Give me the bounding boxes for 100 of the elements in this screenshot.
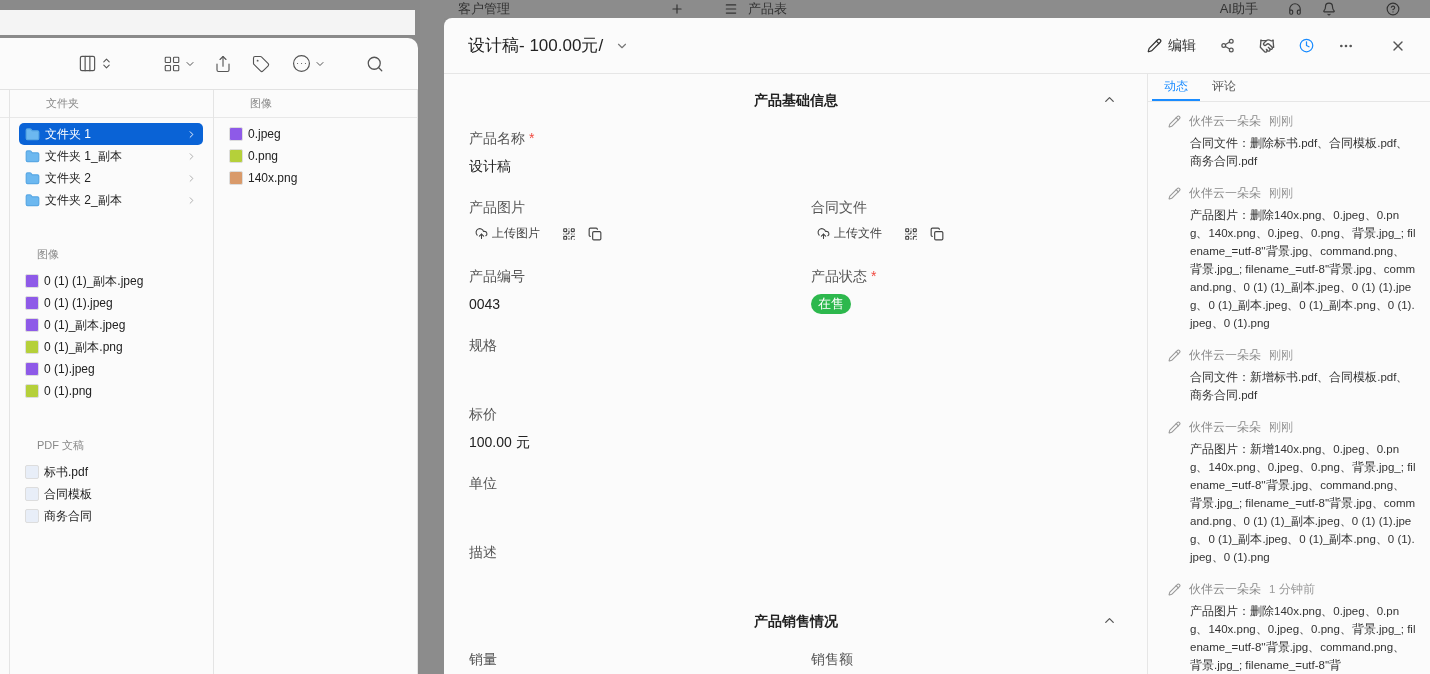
file-name[interactable]: 0.jpeg xyxy=(248,127,401,141)
folder-row[interactable]: 文件夹 1_副本 xyxy=(19,145,203,167)
field-label: 产品状态 * xyxy=(811,267,878,286)
group-heading: PDF 文稿 xyxy=(36,438,86,453)
file-name[interactable]: 0.png xyxy=(248,149,401,163)
copy-icon[interactable] xyxy=(588,226,602,241)
panel-tab[interactable]: 评论 xyxy=(1200,74,1248,101)
copy-icon[interactable] xyxy=(930,226,944,241)
share-icon[interactable] xyxy=(214,54,232,73)
activity-author: 伙伴云一朵朵 xyxy=(1189,186,1261,201)
file-name[interactable]: 0 (1)_副本.jpeg xyxy=(44,316,197,334)
field-label: 产品名称 * xyxy=(469,129,536,148)
section-title: 产品基础信息 xyxy=(753,92,838,110)
cloud-upload-icon xyxy=(475,227,488,240)
chevrons-icon[interactable] xyxy=(100,57,113,70)
folder-row[interactable]: 文件夹 1 xyxy=(19,123,203,145)
folder-icon xyxy=(25,148,40,164)
folder-icon xyxy=(25,126,40,142)
file-thumbnail-icon xyxy=(25,465,39,479)
pencil-icon xyxy=(1147,38,1162,53)
activity-author: 伙伴云一朵朵 xyxy=(1189,420,1261,435)
clock-icon[interactable] xyxy=(1299,38,1314,53)
edit-button[interactable]: 编辑 xyxy=(1147,36,1196,55)
column-header: 图像 xyxy=(250,96,272,111)
file-name[interactable]: 商务合同 xyxy=(44,507,197,525)
file-name[interactable]: 140x.png xyxy=(248,171,401,185)
tag-icon[interactable] xyxy=(252,54,270,73)
headset-icon[interactable] xyxy=(1288,2,1302,16)
file-thumbnail-icon xyxy=(25,318,39,332)
folder-row[interactable]: 文件夹 2_副本 xyxy=(19,189,203,211)
activity-time: 刚刚 xyxy=(1269,186,1293,201)
upload-button[interactable]: 上传图片 xyxy=(475,225,550,242)
file-thumbnail-icon xyxy=(25,509,39,523)
pencil-icon xyxy=(1168,583,1181,596)
activity-author: 伙伴云一朵朵 xyxy=(1189,348,1261,363)
search-icon[interactable] xyxy=(366,54,384,73)
file-thumbnail-icon xyxy=(25,340,39,354)
field-label: 规格 xyxy=(469,336,498,355)
activity-author: 伙伴云一朵朵 xyxy=(1189,582,1261,597)
qr-code-icon[interactable] xyxy=(562,226,576,241)
activity-time: 刚刚 xyxy=(1269,114,1293,129)
activity-time: 刚刚 xyxy=(1269,348,1293,363)
pencil-icon xyxy=(1168,421,1181,434)
activity-text: 产品图片：删除140x.png、0.jpeg、0.png、140x.png、0.jpeg、0.png、背景.jpg_; filename_=utf-8''背景.jpg、command.png、背景.jpg_; filename_=utf-8''背景.jpg、command.png、0 (1) (1)_副本.jpeg、0 (1) (1).jpeg、0 (1)_副本.jpeg、0 (1)_副本.png、0 (1).jpeg、0 (1).png xyxy=(1188,208,1416,331)
column-header: 文件夹 xyxy=(46,96,79,111)
file-thumbnail-icon xyxy=(25,296,39,310)
activity-text: 产品图片：删除140x.png、0.jpeg、0.png、140x.png、0.jpeg、0.png、背景.jpg_; filename_=utf-8''背景.jpg、command.png、背景.jpg_; filename_=utf-8''背 xyxy=(1189,604,1416,673)
file-thumbnail-icon xyxy=(25,274,39,288)
activity-text: 产品图片：新增140x.png、0.jpeg、0.png、140x.png、0.jpeg、0.png、背景.jpg_; filename_=utf-8''背景.jpg、command.png、背景.jpg_; filename_=utf-8''背景.jpg、command.png、0 (1) (1)_副本.jpeg、0 (1) (1).jpeg、0 (1)_副本.jpeg、0 (1)_副本.png、0 (1).jpeg、0 (1).png xyxy=(1188,442,1416,565)
field-label: 销量 xyxy=(469,650,498,669)
share-icon[interactable] xyxy=(1220,38,1235,53)
section-title: 产品销售情况 xyxy=(753,613,838,631)
bell-icon[interactable] xyxy=(1322,2,1336,16)
record-title: 设计稿- 100.00元/ xyxy=(468,35,604,57)
field-label: 标价 xyxy=(469,405,498,424)
pencil-icon xyxy=(1168,115,1181,128)
status-tag: 在售 xyxy=(811,294,851,314)
file-thumbnail-icon xyxy=(229,149,243,163)
activity-time: 1 分钟前 xyxy=(1269,582,1315,597)
cloud-upload-icon xyxy=(817,227,830,240)
field-label: 产品图片 xyxy=(469,198,526,217)
grid-icon[interactable] xyxy=(163,54,181,73)
folder-icon xyxy=(25,192,40,208)
assistant-link[interactable]: AI助手 xyxy=(1219,0,1258,18)
field-label: 销售额 xyxy=(811,650,854,669)
file-name[interactable]: 0 (1).jpeg xyxy=(44,362,197,376)
field-label: 描述 xyxy=(469,543,498,562)
file-thumbnail-icon xyxy=(25,384,39,398)
file-name[interactable]: 0 (1).png xyxy=(44,384,197,398)
field-value: 0043 xyxy=(469,295,502,314)
folder-icon xyxy=(25,170,40,186)
activity-text: 合同文件：删除标书.pdf、合同模板.pdf、商务合同.pdf xyxy=(1189,136,1410,169)
file-name[interactable]: 0 (1)_副本.png xyxy=(44,338,197,356)
handshake-icon[interactable] xyxy=(1259,37,1275,54)
file-thumbnail-icon xyxy=(25,362,39,376)
help-icon[interactable] xyxy=(1386,2,1400,16)
pencil-icon xyxy=(1168,349,1181,362)
activity-author: 伙伴云一朵朵 xyxy=(1189,114,1261,129)
folder-row[interactable]: 文件夹 2 xyxy=(19,167,203,189)
group-heading: 图像 xyxy=(36,247,60,262)
file-name[interactable]: 标书.pdf xyxy=(44,463,197,481)
app-title: 客户管理 xyxy=(458,0,510,18)
table-name[interactable]: 产品表 xyxy=(748,0,787,18)
field-value: 设计稿 xyxy=(469,157,512,176)
file-name[interactable]: 0 (1) (1)_副本.jpeg xyxy=(44,272,197,290)
field-label: 产品编号 xyxy=(469,267,526,286)
file-name[interactable]: 0 (1) (1).jpeg xyxy=(44,296,197,310)
activity-text: 合同文件：新增标书.pdf、合同模板.pdf、商务合同.pdf xyxy=(1189,370,1410,403)
file-thumbnail-icon xyxy=(25,487,39,501)
file-thumbnail-icon xyxy=(229,127,243,141)
menu-icon[interactable] xyxy=(724,2,738,16)
columns-view-icon[interactable] xyxy=(78,54,97,73)
field-value: 100.00 元 xyxy=(469,433,531,452)
more-icon[interactable] xyxy=(292,54,311,73)
qr-code-icon[interactable] xyxy=(904,226,918,241)
field-label: 单位 xyxy=(469,474,498,493)
upload-button[interactable]: 上传文件 xyxy=(817,225,892,242)
file-name[interactable]: 合同模板 xyxy=(44,485,197,503)
field-label: 合同文件 xyxy=(811,198,868,217)
activity-time: 刚刚 xyxy=(1269,420,1293,435)
